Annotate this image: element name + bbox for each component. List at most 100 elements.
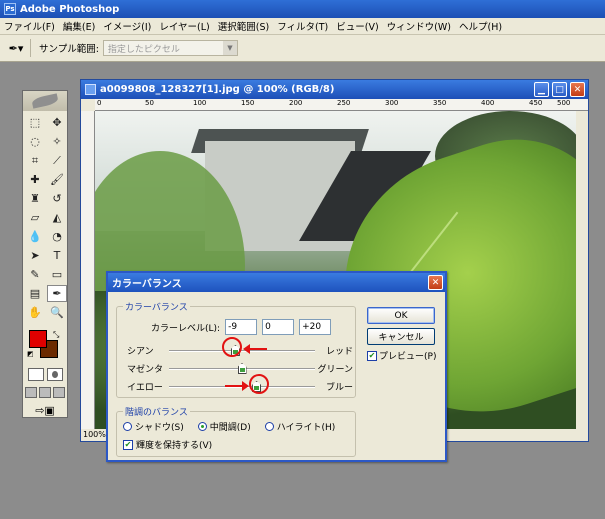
menu-window[interactable]: ウィンドウ(W) xyxy=(383,19,455,33)
annotation-arrow-yellow-blue xyxy=(225,381,249,391)
document-title-bar[interactable]: a0099808_128327[1].jpg @ 100% (RGB/8) ▁ … xyxy=(81,80,588,99)
ruler-tick-label: 300 xyxy=(385,99,399,107)
full-screen-menu-icon[interactable] xyxy=(39,387,51,398)
crop-tool-icon[interactable]: ⌗ xyxy=(25,152,45,169)
color-balance-group-label: カラーバランス xyxy=(123,300,190,313)
radio-dot[interactable] xyxy=(197,422,207,431)
cyan-red-level-input[interactable]: -9 xyxy=(225,319,258,335)
ok-button[interactable]: OK xyxy=(367,307,435,324)
maximize-button[interactable]: □ xyxy=(552,82,567,97)
eyedropper-tool-icon[interactable]: ✒ xyxy=(47,285,67,302)
radio-dot[interactable] xyxy=(264,422,274,431)
menu-filter[interactable]: フィルタ(T) xyxy=(273,19,332,33)
sample-size-value: 指定したピクセル xyxy=(107,44,180,55)
magic-wand-tool-icon[interactable]: ✧ xyxy=(47,133,67,150)
standard-screen-icon[interactable] xyxy=(25,387,37,398)
jump-to-imageready-icon[interactable]: ⇨▣ xyxy=(23,404,67,417)
color-level-label: カラーレベル(L): xyxy=(151,323,221,334)
magenta-green-level-input[interactable]: 0 xyxy=(262,319,295,335)
ruler-tick-label: 150 xyxy=(241,99,255,107)
close-button[interactable]: ✕ xyxy=(570,82,585,97)
radio-midtones-label: 中間調(D) xyxy=(209,423,251,433)
swap-colors-icon[interactable]: ⤡ xyxy=(53,330,59,340)
ruler-tick-label: 0 xyxy=(97,99,102,107)
preview-row[interactable]: ✔ プレビュー(P) xyxy=(367,349,436,362)
brush-tool-icon[interactable]: 🖌 xyxy=(47,171,67,188)
color-swatches: ◩ ⤡ xyxy=(23,328,67,362)
menu-file[interactable]: ファイル(F) xyxy=(0,19,59,33)
menu-image[interactable]: イメージ(I) xyxy=(99,19,155,33)
eyedropper-icon[interactable]: ✒▾ xyxy=(6,39,26,57)
blue-label: ブルー xyxy=(325,383,353,393)
quick-mask-mode-icon[interactable] xyxy=(46,368,63,381)
vertical-ruler xyxy=(81,111,95,429)
preserve-luminosity-label: 輝度を保持する(V) xyxy=(136,441,213,451)
preserve-luminosity-row[interactable]: ✔ 輝度を保持する(V) xyxy=(123,438,212,451)
ruler-tick-label: 200 xyxy=(289,99,303,107)
standard-mode-icon[interactable] xyxy=(27,368,44,381)
blur-tool-icon[interactable]: 💧 xyxy=(25,228,45,245)
preserve-luminosity-checkbox[interactable]: ✔ xyxy=(123,439,133,450)
minimize-button[interactable]: ▁ xyxy=(534,82,549,97)
full-screen-icon[interactable] xyxy=(53,387,65,398)
pen-tool-icon[interactable]: ✎ xyxy=(25,266,45,283)
menu-layer[interactable]: レイヤー(L) xyxy=(155,19,213,33)
foreground-color-swatch[interactable] xyxy=(29,330,47,348)
dialog-title-bar[interactable]: カラーバランス ✕ xyxy=(108,273,445,292)
app-title: Adobe Photoshop xyxy=(20,3,120,15)
document-icon xyxy=(85,84,96,95)
radio-dot[interactable] xyxy=(123,422,132,431)
menu-bar: ファイル(F) 編集(E) イメージ(I) レイヤー(L) 選択範囲(S) フィ… xyxy=(0,18,605,35)
magenta-green-slider-thumb[interactable] xyxy=(237,363,247,374)
menu-view[interactable]: ビュー(V) xyxy=(332,19,382,33)
move-tool-icon[interactable]: ✥ xyxy=(47,114,67,131)
type-tool-icon[interactable]: T xyxy=(47,247,67,264)
path-selection-tool-icon[interactable]: ➤ xyxy=(25,247,45,264)
radio-highlights[interactable]: ハイライト(H) xyxy=(264,420,336,433)
radio-highlights-label: ハイライト(H) xyxy=(276,423,336,433)
menu-edit[interactable]: 編集(E) xyxy=(59,19,99,33)
menu-select[interactable]: 選択範囲(S) xyxy=(214,19,273,33)
screen-mode-row xyxy=(23,387,67,398)
color-level-row: カラーレベル(L): -9 0 +20 xyxy=(151,319,332,335)
cyan-red-slider-track[interactable] xyxy=(169,350,315,352)
radio-shadows[interactable]: シャドウ(S) xyxy=(123,420,184,433)
options-bar: ✒▾ サンプル範囲: 指定したピクセル ▼ xyxy=(0,35,605,62)
cancel-button[interactable]: キャンセル xyxy=(367,328,435,345)
history-brush-tool-icon[interactable]: ↺ xyxy=(47,190,67,207)
preview-checkbox[interactable]: ✔ xyxy=(367,350,377,361)
menu-help[interactable]: ヘルプ(H) xyxy=(455,19,506,33)
sample-size-select[interactable]: 指定したピクセル ▼ xyxy=(102,40,238,56)
hand-tool-icon[interactable]: ✋ xyxy=(25,304,45,321)
ruler-tick-label: 250 xyxy=(337,99,351,107)
default-colors-icon[interactable]: ◩ xyxy=(27,350,34,358)
marquee-tool-icon[interactable]: ⬚ xyxy=(25,114,45,131)
healing-brush-tool-icon[interactable]: ✚ xyxy=(25,171,45,188)
yellow-blue-level-input[interactable]: +20 xyxy=(299,319,332,335)
ruler-tick-label: 50 xyxy=(145,99,154,107)
eraser-tool-icon[interactable]: ▱ xyxy=(25,209,45,226)
radio-shadows-label: シャドウ(S) xyxy=(135,423,184,433)
ruler-tick-label: 350 xyxy=(433,99,447,107)
shape-tool-icon[interactable]: ▭ xyxy=(47,266,67,283)
annotation-arrow-cyan-red xyxy=(243,344,267,354)
tone-balance-group-label: 階調のバランス xyxy=(123,405,190,418)
toolbox-header[interactable] xyxy=(23,91,67,111)
lasso-tool-icon[interactable]: ◌ xyxy=(25,133,45,150)
tone-radio-row: シャドウ(S) 中間調(D) ハイライト(H) xyxy=(123,420,335,433)
dodge-tool-icon[interactable]: ◔ xyxy=(47,228,67,245)
ruler-tick-label: 400 xyxy=(481,99,495,107)
chevron-down-icon[interactable]: ▼ xyxy=(222,41,237,55)
zoom-level[interactable]: 100% xyxy=(83,430,106,439)
notes-tool-icon[interactable]: ▤ xyxy=(25,285,45,302)
zoom-tool-icon[interactable]: 🔍 xyxy=(47,304,67,321)
slice-tool-icon[interactable]: ⟋ xyxy=(47,152,67,169)
preview-label: プレビュー(P) xyxy=(379,352,437,362)
mask-mode-row xyxy=(23,368,67,381)
clone-stamp-tool-icon[interactable]: ♜ xyxy=(25,190,45,207)
paint-bucket-tool-icon[interactable]: ◭ xyxy=(47,209,67,226)
magenta-label: マゼンタ xyxy=(127,365,164,375)
dialog-close-button[interactable]: ✕ xyxy=(428,275,443,290)
options-separator xyxy=(30,39,31,57)
radio-midtones[interactable]: 中間調(D) xyxy=(197,420,251,433)
